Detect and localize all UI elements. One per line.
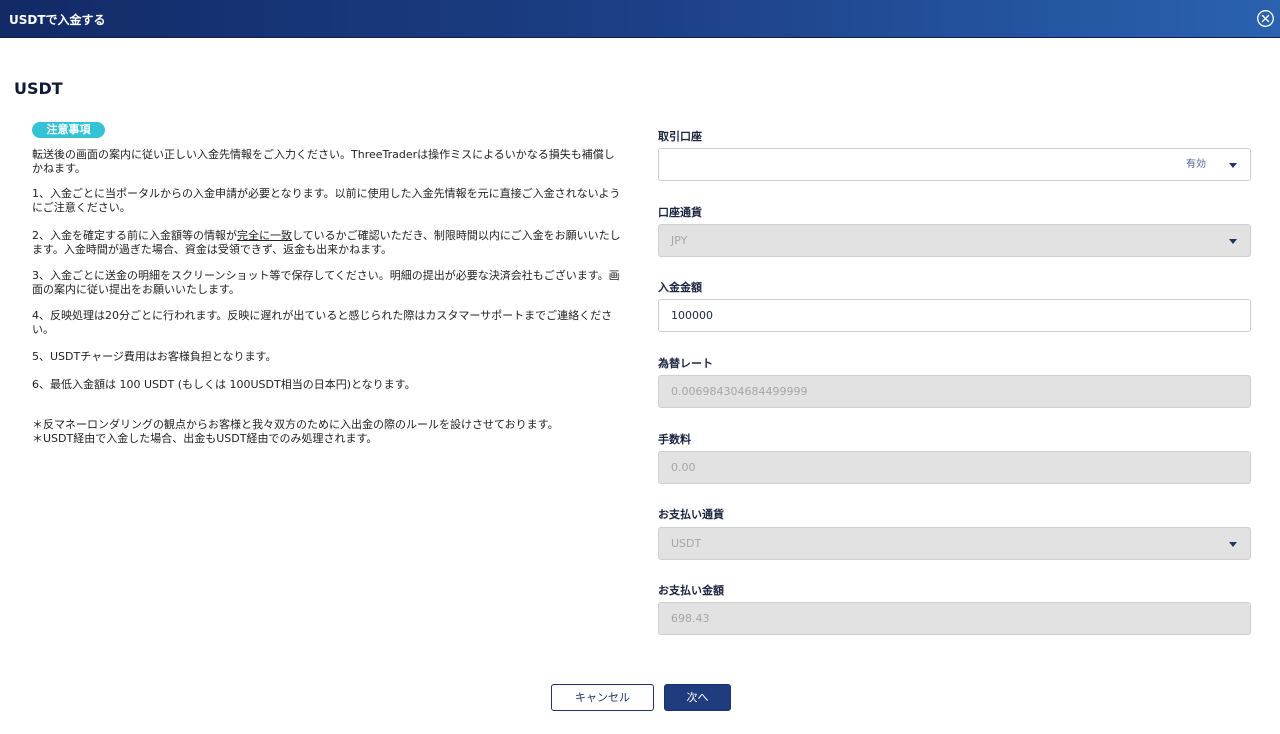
- modal-header: USDTで入金する: [0, 0, 1280, 38]
- currency-select[interactable]: JPY: [658, 224, 1251, 257]
- pay-currency-select[interactable]: USDT: [658, 527, 1251, 560]
- pay-amount-label: お支払い金額: [658, 584, 724, 597]
- footnote-1: ＊反マネーロンダリングの観点からお客様と我々双方のために入出金の際のルールを設け…: [32, 418, 559, 431]
- currency-label: 口座通貨: [658, 206, 702, 219]
- notice-item-4: 4、反映処理は20分ごとに行われます。反映に遅れが出ていると感じられた際はカスタ…: [32, 309, 613, 336]
- amount-input[interactable]: 100000: [658, 299, 1251, 332]
- rate-field: 0.006984304684499999: [658, 375, 1251, 408]
- rate-value: 0.006984304684499999: [671, 385, 808, 398]
- notice-item-3: 3、入金ごとに送金の明細をスクリーンショット等で保存してください。明細の提出が必…: [32, 269, 620, 296]
- notice-intro: 転送後の画面の案内に従い正しい入金先情報をご入力ください。ThreeTrader…: [32, 148, 615, 175]
- notice-item-2-a: 2、入金を確定する前に入金額等の情報が: [32, 229, 237, 242]
- page-title: USDT: [14, 79, 63, 98]
- next-button[interactable]: 次へ: [664, 684, 731, 711]
- notice-item-5: 5、USDTチャージ費用はお客様負担となります。: [32, 350, 277, 363]
- fee-value: 0.00: [671, 461, 696, 474]
- account-select[interactable]: 有効: [658, 148, 1251, 181]
- amount-value: 100000: [671, 309, 713, 322]
- notice-item-6: 6、最低入金額は 100 USDT (もしくは 100USDT相当の日本円)とな…: [32, 378, 416, 391]
- pay-amount-field: 698.43: [658, 602, 1251, 635]
- chevron-down-icon: [1229, 239, 1237, 244]
- close-icon[interactable]: [1256, 9, 1275, 28]
- notice-item-1: 1、入金ごとに当ポータルからの入金申請が必要となります。以前に使用した入金先情報…: [32, 187, 621, 214]
- account-status: 有効: [1186, 159, 1206, 170]
- notice-item-2: 2、入金を確定する前に入金額等の情報が完全に一致しているかご確認いただき、制限時…: [32, 229, 624, 257]
- account-label: 取引口座: [658, 130, 702, 143]
- pay-currency-label: お支払い通貨: [658, 508, 724, 521]
- currency-value: JPY: [671, 234, 688, 247]
- chevron-down-icon: [1229, 542, 1237, 547]
- fee-field: 0.00: [658, 451, 1251, 484]
- notice-item-2-underline: 完全に一致: [237, 229, 292, 242]
- pay-currency-value: USDT: [671, 537, 702, 550]
- modal-title: USDTで入金する: [9, 13, 106, 27]
- notice-badge: 注意事項: [32, 122, 105, 138]
- fee-label: 手数料: [658, 433, 691, 446]
- amount-label: 入金金額: [658, 281, 702, 294]
- pay-amount-value: 698.43: [671, 612, 710, 625]
- cancel-button[interactable]: キャンセル: [551, 684, 654, 711]
- footnote-2: ＊USDT経由で入金した場合、出金もUSDT経由でのみ処理されます。: [32, 432, 378, 445]
- rate-label: 為替レート: [658, 357, 713, 370]
- chevron-down-icon: [1229, 163, 1237, 168]
